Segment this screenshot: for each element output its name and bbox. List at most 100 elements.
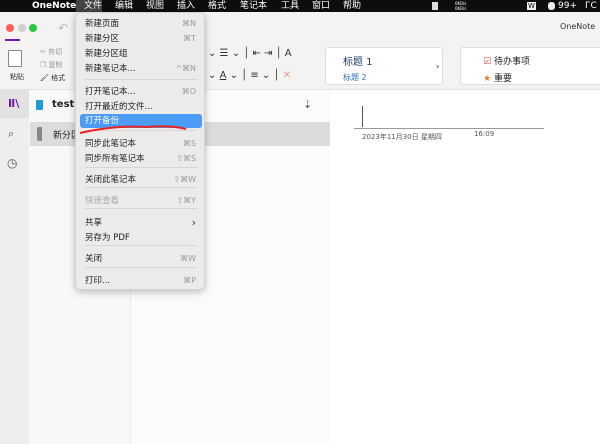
styles-expand-chevron-icon[interactable]: › [436, 62, 439, 71]
menu-file[interactable]: 文件 [84, 0, 102, 12]
menu-item-shortcut: ⌘P [183, 276, 196, 285]
menu-separator [85, 79, 197, 80]
menu-separator [85, 245, 197, 246]
menu-item-shortcut: ^⌘N [175, 64, 196, 73]
section-tab-icon [37, 127, 42, 141]
menu-item-label: 打开笔记本... [85, 87, 136, 97]
menu-item-label: 共享 [85, 218, 103, 228]
menu-item-shortcut: ⇧⌘W [173, 175, 196, 184]
tags-gallery[interactable]: ☑ 待办事项 ★ 重要 [460, 47, 600, 85]
tag-important-label: 重要 [493, 74, 512, 84]
menu-item-label: 新建分区 [85, 34, 120, 44]
menu-item-label: 另存为 PDF [85, 233, 130, 243]
menu-item-new-notebook[interactable]: 新建笔记本... ^⌘N [80, 62, 202, 76]
menu-item-share[interactable]: 共享 › [80, 216, 202, 230]
title-underline [354, 128, 544, 129]
font-color-button[interactable]: ⌄ A ⌄ │ ≡ ⌄ │ ✕ [208, 70, 291, 81]
menu-item-open-recent[interactable]: 打开最近的文件... [80, 100, 202, 114]
tag-todo-label: 待办事项 [493, 57, 530, 67]
title-cursor [362, 106, 363, 127]
menu-separator [85, 187, 197, 188]
menu-tools[interactable]: 工具 [281, 0, 299, 12]
red-annotation-underline [79, 125, 187, 134]
close-window-button[interactable] [6, 24, 14, 32]
menu-item-label: 新建笔记本... [85, 64, 136, 74]
tag-todo[interactable]: ☑ 待办事项 [483, 54, 530, 67]
search-icon[interactable]: ⌕ [8, 127, 14, 141]
menu-item-label: 同步所有笔记本 [85, 154, 145, 164]
menu-view[interactable]: 视图 [146, 0, 164, 12]
menu-insert[interactable]: 插入 [177, 0, 195, 12]
menu-item-sync-all-notebooks[interactable]: 同步所有笔记本 ⇧⌘S [80, 152, 202, 166]
menu-item-close[interactable]: 关闭 ⌘W [80, 252, 202, 266]
paste-label[interactable]: 粘贴 [10, 72, 24, 82]
active-tab-indicator [5, 39, 20, 41]
minimize-window-button[interactable] [18, 24, 26, 32]
menu-item-save-as-pdf[interactable]: 另存为 PDF [80, 231, 202, 245]
notification-icon[interactable] [548, 2, 555, 10]
status-icon[interactable] [432, 2, 438, 10]
navigation-rail: Ⅱ\ ⌕ ◷ [0, 90, 29, 444]
sort-pages-icon[interactable]: ⇣ [303, 98, 312, 111]
format-painter-button[interactable]: 🖌 格式 [40, 73, 65, 83]
format-label: 格式 [51, 74, 66, 82]
menu-separator [85, 267, 197, 268]
menu-item-open-notebook[interactable]: 打开笔记本... ⌘O [80, 85, 202, 99]
star-icon: ★ [483, 74, 492, 84]
styles-gallery[interactable]: 标题 1 标题 2 › [325, 47, 443, 85]
menu-bar: OneNote 文件 编辑 视图 插入 格式 笔记本 工具 窗口 帮助 0KB/… [0, 0, 600, 12]
bullets-button[interactable]: ⌄ ☰ ⌄ │ ⇤ ⇥ │ A [208, 48, 292, 59]
menu-item-new-section-group[interactable]: 新建分区组 [80, 47, 202, 61]
copy-button[interactable]: ❐ 复制 [40, 60, 63, 70]
cut-button[interactable]: ✂ 剪切 [40, 47, 62, 57]
menu-item-label: 新建页面 [85, 19, 120, 29]
wps-icon[interactable]: W [527, 2, 536, 10]
undo-icon[interactable]: ↶ [58, 21, 68, 35]
net-down: 0KB/s [455, 6, 467, 11]
style-heading1[interactable]: 标题 1 [343, 53, 373, 68]
cut-label: 剪切 [48, 48, 63, 56]
menu-app-name[interactable]: OneNote [32, 0, 76, 12]
page-time: 16:09 [474, 130, 495, 138]
menu-format[interactable]: 格式 [208, 0, 226, 12]
menu-item-label: 打开最近的文件... [85, 102, 153, 112]
tag-important[interactable]: ★ 重要 [483, 71, 512, 84]
menu-help[interactable]: 帮助 [343, 0, 361, 12]
menu-item-label: 关闭此笔记本 [85, 175, 137, 185]
notebooks-icon[interactable]: Ⅱ\ [8, 97, 19, 110]
copy-label: 复制 [48, 61, 63, 69]
menu-item-new-section[interactable]: 新建分区 ⌘T [80, 32, 202, 46]
zoom-window-button[interactable] [29, 24, 37, 32]
menu-separator [85, 167, 197, 168]
menu-item-label: 打印... [85, 276, 111, 286]
notification-count: 99+ [558, 1, 577, 11]
menu-item-shortcut: ⇧⌘Y [176, 196, 196, 205]
checkbox-icon: ☑ [483, 57, 492, 67]
menu-item-new-page[interactable]: 新建页面 ⌘N [80, 17, 202, 31]
menu-item-print[interactable]: 打印... ⌘P [80, 274, 202, 288]
style-heading2[interactable]: 标题 2 [343, 72, 367, 83]
menu-window[interactable]: 窗口 [312, 0, 330, 12]
menu-notebook[interactable]: 笔记本 [240, 0, 267, 12]
paste-icon[interactable] [8, 50, 22, 67]
page-date: 2023年11月30日 星期四 [362, 133, 442, 141]
menu-item-label: 关闭 [85, 254, 103, 264]
menu-item-shortcut: ⌘W [180, 254, 196, 263]
menu-item-shortcut: ⌘O [181, 87, 196, 96]
menu-separator [85, 208, 197, 209]
notebook-icon [36, 100, 43, 110]
menu-item-shortcut: ⌘N [182, 19, 196, 28]
menu-item-shortcut: ⇧⌘S [176, 154, 196, 163]
recent-clock-icon[interactable]: ◷ [7, 156, 17, 170]
menu-item-shortcut: ⌘T [183, 34, 196, 43]
menu-item-close-notebook[interactable]: 关闭此笔记本 ⇧⌘W [80, 173, 202, 187]
page-canvas[interactable]: 2023年11月30日 星期四 16:09 [330, 90, 600, 444]
menu-item-label: 快速查看 [85, 196, 120, 206]
window-title: OneNote [560, 22, 596, 31]
file-menu: 新建页面 ⌘N 新建分区 ⌘T 新建分区组 新建笔记本... ^⌘N 打开笔记本... ⌘O 打开… [75, 12, 205, 290]
menu-item-quick-look: 快速查看 ⇧⌘Y [80, 194, 202, 208]
menu-edit[interactable]: 编辑 [115, 0, 133, 12]
input-method[interactable]: ГС [585, 0, 597, 12]
menu-item-label: 新建分区组 [85, 49, 128, 59]
chevron-right-icon: › [191, 216, 196, 229]
